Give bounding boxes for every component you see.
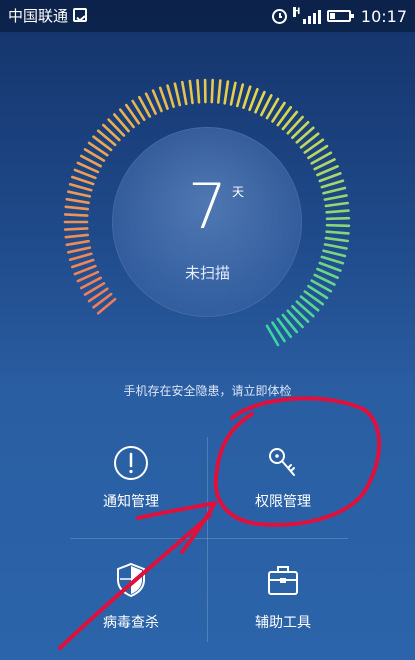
gauge-tick: [242, 85, 252, 109]
tool-notification-management[interactable]: 通知管理: [56, 443, 206, 533]
shield-icon: [117, 562, 145, 598]
carrier-name: 中国联通: [8, 7, 69, 25]
tool-label: 辅助工具: [255, 615, 311, 631]
gauge-tick: [166, 84, 175, 108]
tool-label: 通知管理: [103, 494, 159, 510]
scan-status: 未扫描: [184, 264, 230, 282]
gauge-tick: [67, 246, 92, 254]
gauge-tick: [181, 80, 188, 106]
gauge-tick: [196, 79, 201, 104]
tool-label: 权限管理: [255, 494, 311, 510]
network-type: H: [292, 7, 301, 17]
gauge-tick: [188, 79, 194, 105]
security-warning: 手机存在安全隐患，请立即体检: [123, 384, 292, 398]
image-icon: [73, 8, 87, 22]
gauge-tick: [151, 89, 163, 113]
status-bar: 中国联通 H 10:17: [0, 0, 415, 32]
gauge-tick: [210, 78, 214, 104]
alarm-icon: [271, 8, 287, 24]
tool-permission-management[interactable]: 权限管理: [208, 443, 358, 533]
gauge-tick: [173, 82, 182, 107]
days-unit: 天: [232, 185, 245, 199]
key-icon: [269, 448, 295, 476]
signal-icon: H: [292, 7, 321, 24]
gauge-tick: [223, 80, 230, 105]
toolbox-icon: [268, 566, 298, 595]
gauge-tick: [158, 86, 169, 110]
gauge-tick: [322, 249, 347, 258]
battery-icon: [326, 10, 354, 22]
gauge-tick: [248, 87, 259, 112]
gauge-tick: [236, 83, 245, 108]
gauge-tick: [217, 79, 222, 104]
status-icons: H 10:17: [271, 6, 407, 26]
grid-divider-horizontal: [70, 538, 348, 539]
tool-auxiliary-tools[interactable]: 辅助工具: [208, 560, 358, 650]
gauge-tick: [229, 81, 237, 106]
tool-label: 病毒查杀: [103, 615, 159, 631]
tool-virus-scan[interactable]: 病毒查杀: [56, 560, 206, 650]
alert-circle-icon: [114, 446, 148, 480]
gauge-tick: [323, 243, 348, 250]
days-count: 7: [187, 170, 228, 243]
clock: 10:17: [360, 6, 407, 26]
gauge-tick: [68, 252, 93, 262]
